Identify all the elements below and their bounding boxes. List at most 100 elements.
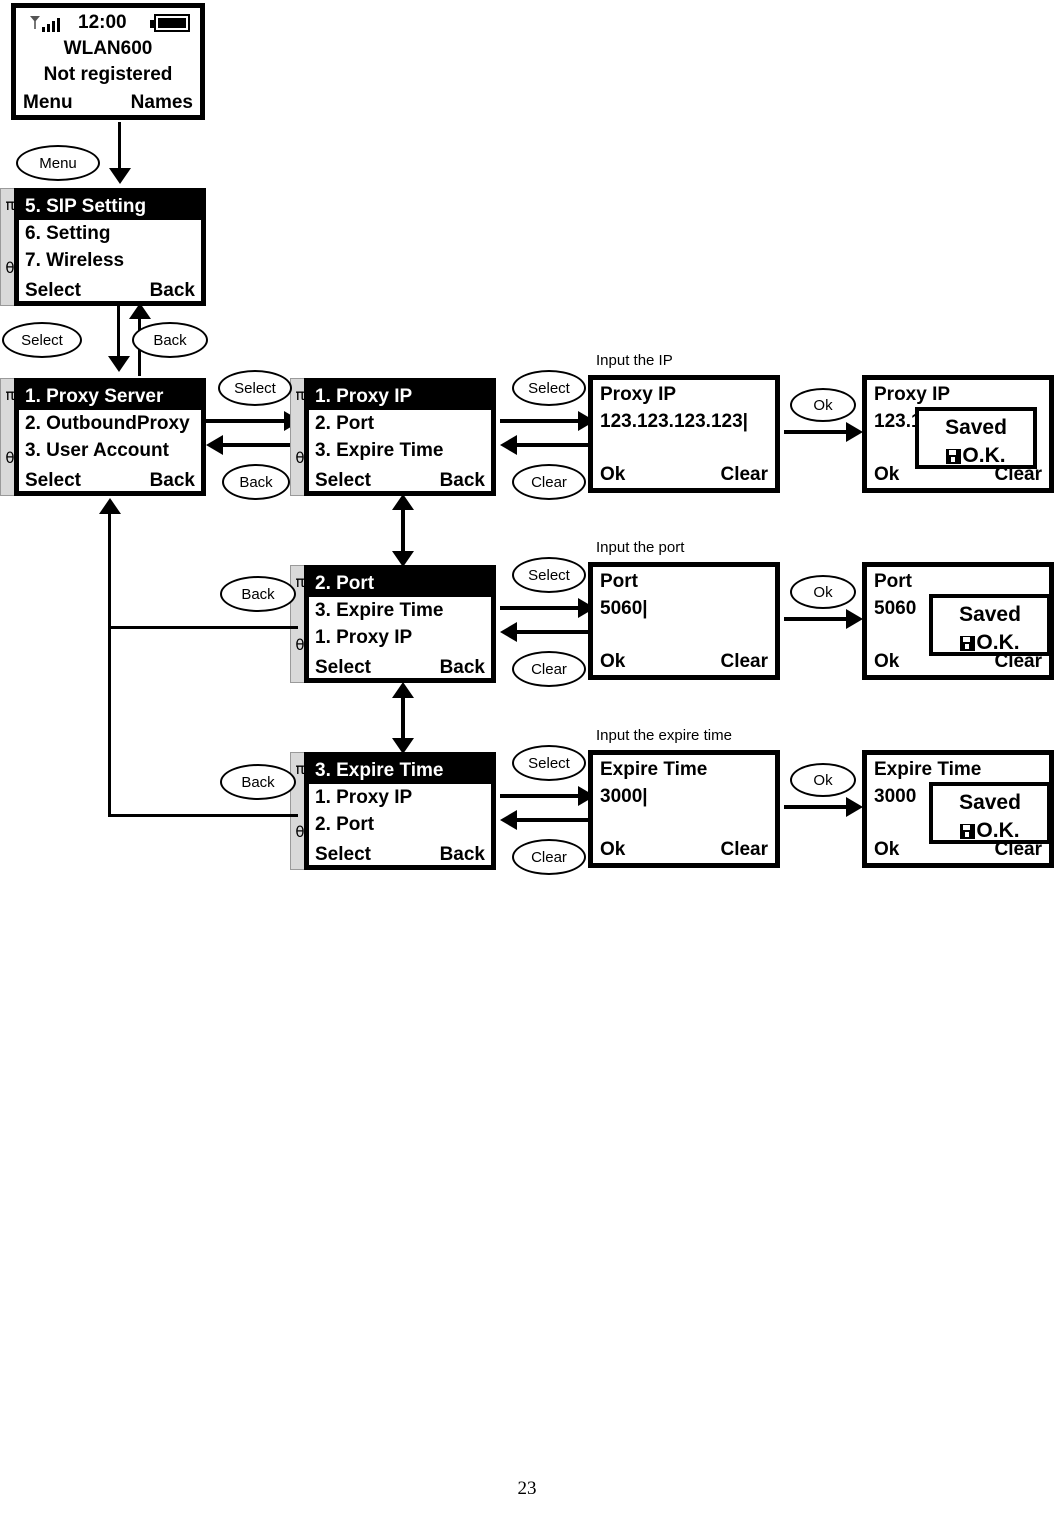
key-ok-expire-label: Ok: [813, 771, 833, 789]
arrow-left-to-proxy2: [500, 622, 517, 642]
connector-proxy3-to-input-right: [500, 794, 582, 798]
menu-item-port[interactable]: 2. Port: [315, 811, 485, 838]
key-clear-proxy-ip[interactable]: Clear: [512, 464, 586, 500]
key-select-port-label: Select: [528, 566, 570, 584]
softkey-back[interactable]: Back: [440, 467, 485, 494]
softkey-select[interactable]: Select: [315, 654, 371, 681]
expire-time-saved-screen: Expire Time 3000 Ok Clear Saved O.K.: [862, 750, 1054, 868]
proxy-server-menu-proxy-ip-screen: π θ 1. Proxy IP 2. Port 3. Expire Time S…: [290, 378, 496, 496]
softkey-ok[interactable]: Ok: [600, 649, 625, 674]
connector-expire-input-to-saved: [784, 805, 852, 809]
key-clear-port[interactable]: Clear: [512, 651, 586, 687]
back-return-trunk: [108, 512, 111, 817]
menu-item-expire-time[interactable]: 3. Expire Time: [309, 757, 491, 784]
softkey-select[interactable]: Select: [25, 277, 81, 304]
softkey-clear[interactable]: Clear: [720, 462, 768, 487]
key-menu[interactable]: Menu: [16, 145, 100, 181]
menu-item-proxy-ip[interactable]: 1. Proxy IP: [315, 624, 485, 651]
arrow-right-to-port-saved: [846, 609, 863, 629]
key-clear-expire-label: Clear: [531, 848, 567, 866]
input-title: Port: [600, 571, 638, 592]
key-ok-ip-label: Ok: [813, 396, 833, 414]
softkey-ok[interactable]: Ok: [874, 649, 899, 674]
input-value[interactable]: 5060|: [600, 596, 768, 621]
softkey-back[interactable]: Back: [440, 841, 485, 868]
arrow-up-back-to-sip-menu: [99, 498, 121, 514]
status-bar: 12:00: [16, 10, 200, 36]
menu-item-wireless[interactable]: 7. Wireless: [25, 247, 195, 274]
menu-item-setting[interactable]: 6. Setting: [25, 220, 195, 247]
save-disk-icon: [960, 636, 976, 651]
key-back-main[interactable]: Back: [132, 322, 208, 358]
key-select-expire[interactable]: Select: [512, 745, 586, 781]
input-value[interactable]: 3000|: [600, 784, 768, 809]
softkey-menu[interactable]: Menu: [23, 90, 73, 115]
menu-item-user-account[interactable]: 3. User Account: [25, 437, 195, 464]
menu-item-proxy-ip[interactable]: 1. Proxy IP: [309, 383, 491, 410]
menu-item-expire-time[interactable]: 3. Expire Time: [315, 437, 485, 464]
arrow-left-to-sip-menu: [206, 435, 223, 455]
softkey-clear[interactable]: Clear: [720, 837, 768, 862]
saved-ok-popup: Saved O.K.: [915, 407, 1037, 469]
softkey-ok[interactable]: Ok: [874, 462, 899, 487]
connector-sip-to-proxy-right: [206, 419, 288, 423]
key-ok-expire[interactable]: Ok: [790, 763, 856, 797]
idle-standby-screen: 12:00 WLAN600 Not registered Menu Names: [11, 3, 205, 120]
key-clear-expire[interactable]: Clear: [512, 839, 586, 875]
popup-saved-label: Saved: [959, 603, 1021, 626]
page-number: 23: [517, 1478, 537, 1499]
key-ok-port-label: Ok: [813, 583, 833, 601]
back-return-from-expire-menu: [108, 814, 298, 817]
menu-item-port[interactable]: 2. Port: [309, 570, 491, 597]
softkey-ok[interactable]: Ok: [600, 462, 625, 487]
softkey-back[interactable]: Back: [440, 654, 485, 681]
softkey-select[interactable]: Select: [25, 467, 81, 494]
signal-bars-icon: [30, 16, 60, 32]
softkey-ok[interactable]: Ok: [874, 837, 899, 862]
key-back-sip[interactable]: Back: [222, 464, 290, 500]
status-clock: 12:00: [78, 12, 127, 33]
key-back-sip-label: Back: [239, 473, 273, 491]
arrow-right-to-expire-saved: [846, 797, 863, 817]
softkey-select[interactable]: Select: [315, 467, 371, 494]
idle-status-label: Not registered: [43, 64, 173, 85]
key-select-expire-label: Select: [528, 754, 570, 772]
key-back-port-menu[interactable]: Back: [220, 576, 296, 612]
menu-item-port[interactable]: 2. Port: [315, 410, 485, 437]
popup-ok-label: O.K.: [976, 819, 1020, 842]
arrow-down-to-sip-menu: [108, 356, 130, 372]
connector-ip-input-to-saved: [784, 430, 852, 434]
saved-title: Expire Time: [874, 759, 982, 780]
key-select-sip[interactable]: Select: [218, 370, 292, 406]
connector-port-input-to-saved: [784, 617, 852, 621]
key-select-main[interactable]: Select: [2, 322, 82, 358]
menu-item-outbound-proxy[interactable]: 2. OutboundProxy: [25, 410, 195, 437]
proxy-server-menu-expire-time-screen: π θ 3. Expire Time 1. Proxy IP 2. Port S…: [290, 752, 496, 870]
menu-item-expire-time[interactable]: 3. Expire Time: [315, 597, 485, 624]
input-value[interactable]: 123.123.123.123|: [600, 409, 768, 434]
menu-item-sip-setting[interactable]: 5. SIP Setting: [19, 193, 201, 220]
key-ok-port[interactable]: Ok: [790, 575, 856, 609]
softkey-clear[interactable]: Clear: [720, 649, 768, 674]
saved-title: Proxy IP: [874, 384, 951, 405]
softkey-back[interactable]: Back: [150, 277, 195, 304]
save-disk-icon: [946, 449, 962, 464]
caption-input-expire-time: Input the expire time: [596, 727, 732, 744]
arrow-down-to-main-menu: [109, 168, 131, 184]
arrow-left-to-proxy1: [500, 435, 517, 455]
key-back-expire-menu-label: Back: [241, 773, 275, 791]
menu-item-proxy-server[interactable]: 1. Proxy Server: [19, 383, 201, 410]
softkey-names[interactable]: Names: [131, 90, 193, 115]
softkey-ok[interactable]: Ok: [600, 837, 625, 862]
sip-setting-menu-screen: π θ 1. Proxy Server 2. OutboundProxy 3. …: [0, 378, 206, 496]
softkey-select[interactable]: Select: [315, 841, 371, 868]
key-select-port[interactable]: Select: [512, 557, 586, 593]
key-back-expire-menu[interactable]: Back: [220, 764, 296, 800]
softkey-back[interactable]: Back: [150, 467, 195, 494]
connector-input-to-proxy1-left: [516, 443, 596, 447]
key-ok-ip[interactable]: Ok: [790, 388, 856, 422]
arrow-right-to-ip-saved: [846, 422, 863, 442]
menu-item-proxy-ip[interactable]: 1. Proxy IP: [315, 784, 485, 811]
key-select-proxy-ip[interactable]: Select: [512, 370, 586, 406]
arrow-up-to-main-menu: [129, 303, 151, 319]
